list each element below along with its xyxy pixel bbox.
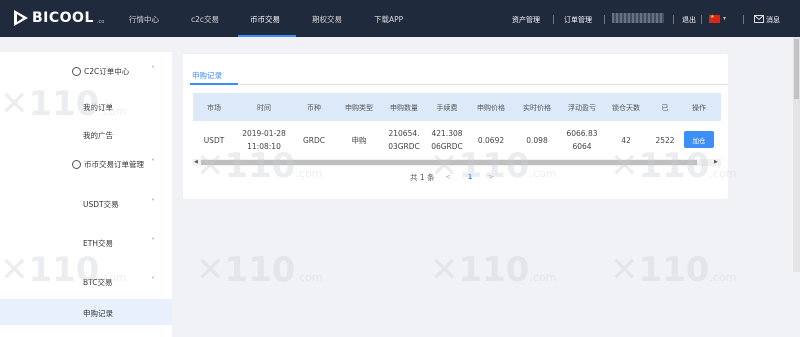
- watermark: ✕110.com: [430, 250, 557, 290]
- cell-fee: 421.308: [431, 129, 463, 138]
- cell-type: 申购: [351, 136, 367, 145]
- tab-bar: [188, 67, 728, 85]
- vertical-scrollbar[interactable]: [793, 37, 800, 272]
- scroll-right-icon[interactable]: ▶: [714, 159, 718, 166]
- scrollbar-thumb[interactable]: [794, 39, 799, 99]
- top-navbar: BICOOL .co 行情中心 c2c交易 币币交易 期权交易 下载APP 资产…: [0, 0, 800, 37]
- cell-pnl-cont: 6064: [572, 142, 592, 151]
- column-header: 浮动盈亏: [568, 104, 596, 112]
- exchange-icon: [72, 160, 81, 169]
- sidebar-item-my-ads[interactable]: 我的广告: [83, 130, 113, 141]
- sidebar: [0, 52, 172, 337]
- nav-c2c-trading[interactable]: c2c交易: [191, 14, 219, 25]
- mail-icon[interactable]: [754, 15, 764, 23]
- column-header: 市场: [207, 104, 221, 112]
- logout-link[interactable]: 退出: [682, 15, 696, 25]
- column-header: 时间: [257, 104, 271, 112]
- column-header: 申购类型: [345, 104, 373, 112]
- cell-amount: 210654.: [388, 129, 420, 138]
- scroll-left-icon[interactable]: ◀: [194, 159, 198, 166]
- c2c-icon: [72, 67, 81, 76]
- sidebar-group-label: 币币交易订单管理: [84, 160, 144, 169]
- cell-time-date: 2019-01-28: [242, 129, 286, 138]
- column-header: 手续费: [436, 104, 458, 112]
- column-header: 实时价格: [523, 104, 551, 112]
- chevron-down-icon[interactable]: ˅: [151, 237, 155, 246]
- sidebar-item-eth[interactable]: ETH交易: [83, 238, 113, 249]
- column-header: 已: [661, 104, 669, 112]
- column-header: 操作: [692, 104, 706, 112]
- nav-market-center[interactable]: 行情中心: [129, 14, 159, 25]
- sidebar-group-label: C2C订单中心: [84, 67, 130, 76]
- cell-fee-unit: 06GRDC: [431, 142, 463, 151]
- column-header: 申购价格: [477, 104, 505, 112]
- column-header: 币种: [307, 104, 321, 112]
- asset-management-link[interactable]: 资产管理: [512, 15, 540, 25]
- chevron-up-icon[interactable]: ˄: [151, 65, 155, 74]
- tab-subscription-records[interactable]: 申购记录: [192, 70, 222, 81]
- cell-amount-unit: 03GRDC: [388, 142, 420, 151]
- watermark: ✕110.com: [610, 250, 737, 290]
- sidebar-item-my-orders[interactable]: 我的订单: [83, 102, 113, 113]
- chevron-down-icon[interactable]: ˅: [151, 198, 155, 207]
- language-flag-icon[interactable]: ★: [709, 15, 720, 23]
- logo[interactable]: BICOOL .co: [14, 8, 104, 28]
- divider: [673, 15, 674, 24]
- tab-active-indicator: [190, 83, 238, 85]
- table-row: [193, 121, 721, 159]
- cell-time-clock: 11:08:10: [247, 142, 281, 151]
- column-header: 申购数量: [390, 104, 418, 112]
- sidebar-item-subscription-records[interactable]: 申购记录: [83, 308, 113, 319]
- cell-realtime-price: 0.098: [526, 136, 548, 145]
- scrollbar-thumb[interactable]: [201, 160, 697, 165]
- cell-lock-days: 42: [621, 136, 631, 145]
- sidebar-item-usdt[interactable]: USDT交易: [83, 199, 119, 210]
- cell-market: USDT: [203, 136, 225, 145]
- logo-text: BICOOL: [32, 10, 94, 26]
- order-management-link[interactable]: 订单管理: [564, 15, 592, 25]
- add-position-button[interactable]: 加仓: [684, 131, 714, 148]
- divider: [701, 15, 702, 24]
- divider: [553, 15, 554, 24]
- column-header: 锁仓天数: [612, 104, 640, 112]
- sidebar-group-exchange[interactable]: 币币交易订单管理: [72, 159, 144, 170]
- logo-suffix: .co: [96, 18, 105, 25]
- active-nav-indicator: [238, 35, 296, 37]
- prev-page-button[interactable]: <: [440, 170, 456, 184]
- sidebar-group-c2c[interactable]: C2C订单中心: [72, 66, 129, 77]
- cell-partial: 2522: [655, 136, 675, 145]
- chevron-down-icon[interactable]: ▾: [723, 15, 726, 22]
- divider: [604, 15, 605, 24]
- page-number[interactable]: 1: [462, 170, 478, 184]
- cell-pnl: 6066.83: [566, 129, 598, 138]
- horizontal-scrollbar[interactable]: ◀ ▶: [193, 159, 721, 166]
- pagination-total: 共 1 条: [410, 173, 435, 182]
- chevron-up-icon[interactable]: ˄: [151, 158, 155, 167]
- cell-currency: GRDC: [302, 136, 326, 145]
- nav-download-app[interactable]: 下载APP: [374, 14, 403, 25]
- nav-coin-trading[interactable]: 币币交易: [250, 14, 280, 25]
- cell-price: 0.0692: [477, 136, 505, 145]
- nav-options-trading[interactable]: 期权交易: [312, 14, 342, 25]
- watermark: ✕110.com: [196, 250, 323, 290]
- messages-link[interactable]: 消息: [766, 15, 780, 25]
- chevron-down-icon[interactable]: ˅: [151, 276, 155, 285]
- logo-icon: [14, 10, 28, 26]
- sidebar-item-btc[interactable]: BTC交易: [83, 277, 113, 288]
- next-page-button[interactable]: >: [483, 170, 499, 184]
- divider: [743, 15, 744, 24]
- masked-username[interactable]: [612, 13, 664, 23]
